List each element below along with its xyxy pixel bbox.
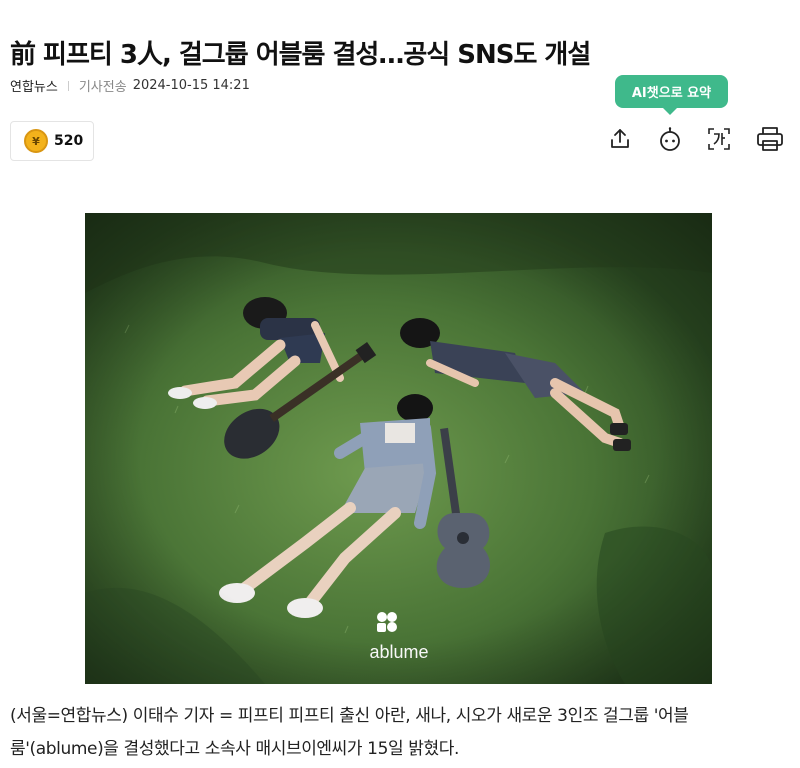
share-button[interactable] — [605, 124, 635, 154]
ai-bot-icon — [660, 127, 680, 151]
coin-icon: ¥ — [24, 129, 48, 153]
body-line-1: (서울=연합뉴스) 이태수 기자 = 피프티 피프티 출신 아란, 새나, 시오… — [10, 706, 689, 726]
article-title: 前 피프티 3人, 걸그룹 어블룸 결성…공식 SNS도 개설 — [10, 40, 591, 71]
article-meta: 연합뉴스 기사전송 2024-10-15 14:21 — [10, 76, 250, 95]
print-button[interactable] — [755, 124, 785, 154]
print-icon — [757, 127, 783, 151]
reward-button[interactable]: ¥ 520 — [10, 121, 94, 161]
ai-bot-button[interactable] — [655, 124, 685, 154]
share-icon — [611, 129, 629, 148]
ai-summary-tooltip[interactable]: AI챗으로 요약 — [615, 75, 728, 115]
meta-divider — [67, 80, 69, 91]
article-body: (서울=연합뉴스) 이태수 기자 = 피프티 피프티 출신 아란, 새나, 시오… — [10, 700, 792, 766]
font-size-button[interactable] — [704, 124, 734, 154]
news-source[interactable]: 연합뉴스 — [10, 76, 58, 95]
article-photo: ablume — [85, 213, 712, 684]
sent-label: 기사전송 — [78, 80, 127, 95]
article-datetime: 2024-10-15 14:21 — [132, 78, 250, 93]
font-size-icon — [708, 128, 730, 150]
body-line-2: 룸'(ablume)을 결성했다고 소속사 매시브이엔씨가 15일 밝혔다. — [10, 739, 459, 759]
reward-count: 520 — [54, 133, 84, 149]
